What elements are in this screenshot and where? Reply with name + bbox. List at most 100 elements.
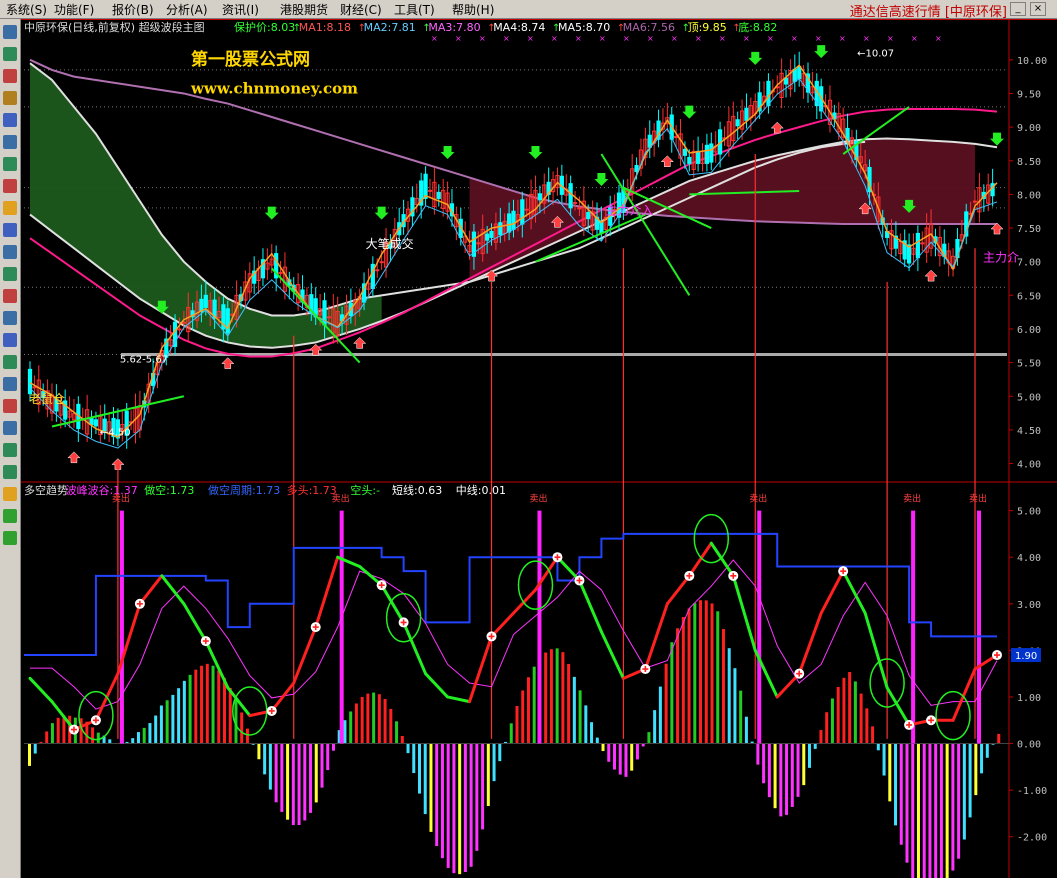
histogram-bar — [590, 722, 594, 744]
main-ytick-label: 9.00 — [1017, 123, 1041, 134]
annotation-big-volume: 大笔成交 — [366, 236, 414, 251]
header-legend-item: MA6:7.56 — [623, 21, 675, 34]
candle-body — [375, 269, 380, 272]
histogram-bar — [762, 743, 766, 784]
sub-ytick-label: -1.00 — [1017, 786, 1047, 797]
toolbar-icon-5[interactable] — [3, 135, 17, 149]
histogram-bar — [177, 688, 181, 744]
toolbar-icon-18[interactable] — [3, 421, 17, 435]
close-button[interactable]: × — [1030, 2, 1046, 16]
histogram-bar — [544, 652, 548, 744]
menu-item-6[interactable]: 财经(C) — [340, 1, 382, 18]
histogram-bar — [618, 743, 622, 775]
signal-bar — [339, 510, 344, 744]
toolbar-icon-2[interactable] — [3, 69, 17, 83]
toolbar-icon-10[interactable] — [3, 245, 17, 259]
histogram-bar — [693, 603, 697, 744]
histogram-bar — [515, 705, 519, 744]
toolbar-icon-7[interactable] — [3, 179, 17, 193]
main-ytick-label: 4.00 — [1017, 460, 1041, 471]
header-legend-item: MA1:8.18 — [299, 21, 351, 34]
toolbar-icon-12[interactable] — [3, 289, 17, 303]
histogram-bar — [498, 743, 502, 762]
candle-body — [577, 207, 582, 210]
main-ytick-label: 6.50 — [1017, 291, 1041, 302]
histogram-bar — [980, 743, 984, 774]
histogram-bar — [916, 743, 920, 878]
candle-body — [485, 233, 490, 241]
histogram-bar — [894, 743, 898, 826]
toolbar-icon-6[interactable] — [3, 157, 17, 171]
histogram-bar — [211, 665, 215, 744]
sub-header-legend-item: 做空:1.73 — [144, 483, 194, 497]
histogram-bar — [205, 663, 209, 744]
toolbar-icon-15[interactable] — [3, 355, 17, 369]
menu-item-4[interactable]: 资讯(I) — [222, 1, 259, 18]
menu-item-5[interactable]: 港股期货 — [280, 1, 328, 18]
histogram-bar — [779, 743, 783, 817]
toolbar-icon-23[interactable] — [3, 531, 17, 545]
annotation-low-label: ←4.50 — [100, 427, 131, 438]
annotation-main-force: 主力介入 — [605, 204, 653, 218]
histogram-bar — [744, 716, 748, 744]
toolbar-icon-13[interactable] — [3, 311, 17, 325]
menu-item-3[interactable]: 分析(A) — [166, 1, 208, 18]
marker-x-icon: × — [623, 34, 630, 43]
menu-item-0[interactable]: 系统(S) — [6, 1, 47, 18]
histogram-bar — [331, 743, 335, 751]
candle-body — [704, 144, 709, 164]
menu-item-7[interactable]: 工具(T) — [394, 1, 435, 18]
marker-x-icon: × — [599, 34, 606, 43]
marker-x-icon: × — [479, 34, 486, 43]
candle-body — [203, 294, 208, 308]
toolbar-icon-20[interactable] — [3, 465, 17, 479]
histogram-bar — [555, 648, 559, 744]
header-legend-item: 保护价:8.03 — [234, 20, 295, 34]
histogram-bar — [136, 732, 140, 744]
candle-body — [537, 193, 542, 201]
toolbar-icon-11[interactable] — [3, 267, 17, 281]
histogram-bar — [630, 743, 634, 771]
candle-body — [89, 417, 94, 426]
histogram-bar — [767, 743, 771, 798]
histogram-bar — [687, 608, 691, 744]
toolbar-icon-19[interactable] — [3, 443, 17, 457]
histogram-bar — [159, 705, 163, 744]
histogram-bar — [240, 712, 244, 744]
histogram-bar — [561, 652, 565, 744]
histogram-bar — [647, 732, 651, 744]
toolbar-icon-8[interactable] — [3, 201, 17, 215]
marker-x-icon: × — [455, 34, 462, 43]
menu-item-1[interactable]: 功能(F) — [54, 1, 94, 18]
toolbar-icon-0[interactable] — [3, 25, 17, 39]
candle-body — [423, 173, 428, 199]
main-ytick-label: 5.00 — [1017, 392, 1041, 403]
main-ytick-label: 8.50 — [1017, 157, 1041, 168]
header-legend-item: MA2:7.81 — [364, 21, 416, 34]
histogram-bar — [699, 600, 703, 744]
toolbar-icon-1[interactable] — [3, 47, 17, 61]
histogram-bar — [463, 743, 467, 872]
toolbar-icon-3[interactable] — [3, 91, 17, 105]
toolbar-icon-22[interactable] — [3, 509, 17, 523]
histogram-bar — [223, 677, 226, 744]
menu-item-8[interactable]: 帮助(H) — [452, 1, 494, 18]
sub-ytick-label: 1.00 — [1017, 693, 1041, 704]
toolbar-icon-14[interactable] — [3, 333, 17, 347]
histogram-bar — [773, 743, 777, 809]
histogram-bar — [326, 743, 330, 771]
toolbar-icon-17[interactable] — [3, 399, 17, 413]
signal-bar — [757, 510, 762, 744]
candle-body — [674, 136, 679, 139]
histogram-bar — [297, 743, 301, 826]
sell-mark-label: 卖出 — [332, 492, 350, 504]
toolbar-icon-21[interactable] — [3, 487, 17, 501]
header-legend-item: MA5:8.70 — [558, 21, 610, 34]
chart-area: 4.00 4.50 5.00 5.50 6.00 6.50 7.00 7.50 8.00 8.50… — [21, 19, 1057, 878]
toolbar-icon-16[interactable] — [3, 377, 17, 391]
minimize-button[interactable]: _ — [1010, 2, 1026, 16]
toolbar-icon-4[interactable] — [3, 113, 17, 127]
menu-item-2[interactable]: 报价(B) — [112, 1, 154, 18]
toolbar-icon-9[interactable] — [3, 223, 17, 237]
histogram-bar — [446, 743, 450, 868]
